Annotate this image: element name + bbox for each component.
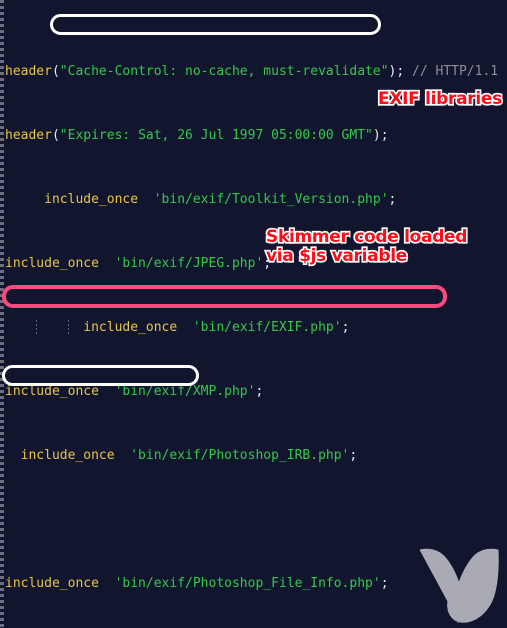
code-line: header("Expires: Sat, 26 Jul 1997 05:00:… <box>5 128 389 143</box>
malwarebytes-logo-watermark <box>419 548 499 623</box>
code-line: include_once 'bin/exif/Photoshop_IRB.php… <box>20 448 358 463</box>
annotation-skimmer-code: Skimmer code loaded via $js variable <box>264 226 469 267</box>
annotation-exif-libraries: EXIF libraries <box>376 88 503 110</box>
code-line: header("Cache-Control: no-cache, must-re… <box>5 64 499 79</box>
code-line: include_once 'bin/exif/EXIF.php'; <box>0 320 507 336</box>
code-line: include_once 'bin/exif/Toolkit_Version.p… <box>44 192 397 207</box>
editor-gutter-strip <box>0 0 4 628</box>
code-viewer: header("Cache-Control: no-cache, must-re… <box>0 0 507 628</box>
code-line: include_once 'bin/exif/XMP.php'; <box>5 384 264 399</box>
